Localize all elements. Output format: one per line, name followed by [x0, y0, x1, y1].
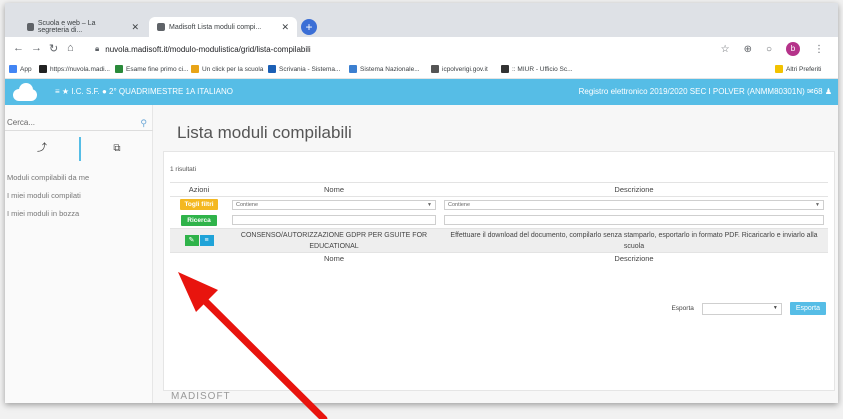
name-filter-input[interactable] [232, 215, 436, 226]
bookmark-item[interactable]: Esame fine primo ci... [115, 65, 189, 73]
export-bar: Esporta ▼ Esporta [671, 302, 826, 315]
bookmark-favicon-icon [39, 65, 47, 73]
search-input[interactable]: Cerca... ⚲ [5, 115, 153, 131]
list-icon[interactable]: ≡ [199, 235, 214, 246]
screenshot-frame: Scuola e web – La segreteria di... ✕ Mad… [0, 0, 843, 419]
column-header-azioni: Azioni [170, 182, 228, 197]
grid-panel: 1 risultati Azioni Nome Descrizione Togl… [163, 151, 835, 391]
breadcrumb[interactable]: ≡ ★ I.C. S.F. ● 2° QUADRIMESTRE 1A ITALI… [55, 87, 233, 96]
description-filter-operator[interactable]: Contiene ▼ [444, 199, 824, 210]
extension-icon-2[interactable]: ○ [766, 44, 772, 55]
url-text: nuvola.madisoft.it/modulo-modulistica/gr… [105, 44, 311, 54]
bookmark-favicon-icon [115, 65, 123, 73]
page-title: Lista moduli compilabili [177, 123, 352, 142]
chevron-down-icon: ▼ [815, 201, 820, 208]
bookmarks-bar: App https://nuvola.madi... Esame fine pr… [5, 61, 838, 79]
close-tab-icon[interactable]: ✕ [281, 22, 289, 33]
bookmark-item[interactable]: https://nuvola.madi... [39, 65, 110, 73]
new-tab-icon[interactable]: + [301, 19, 317, 35]
address-toolbar: ← → ↻ ⌂ 🔒︎ nuvola.madisoft.it/modulo-mod… [5, 37, 838, 61]
folder-icon [775, 65, 783, 73]
result-count: 1 risultati [170, 166, 197, 173]
lock-icon: 🔒︎ [95, 44, 100, 53]
bookmark-favicon-icon [501, 65, 509, 73]
edit-pencil-icon[interactable]: ✎ [184, 235, 199, 246]
search-icon[interactable]: ⚲ [140, 115, 147, 131]
sidebar-item-compilati[interactable]: I miei moduli compilati [7, 191, 81, 200]
export-button[interactable]: Esporta [789, 302, 826, 315]
tab-favicon-icon [27, 23, 34, 31]
profile-avatar[interactable]: b [786, 42, 800, 56]
toolbar-right: ☆ ⊕ ○ b ⋮ [721, 42, 824, 56]
home-icon[interactable]: ⌂ [67, 42, 74, 54]
name-filter-operator[interactable]: Contiene ▼ [232, 199, 436, 210]
column-footer-nome: Nome [228, 252, 440, 265]
bookmark-favicon-icon [268, 65, 276, 73]
row-name: CONSENSO/AUTORIZZAZIONE GDPR PER GSUITE … [228, 228, 440, 253]
madisoft-logo: MADISOFT [171, 391, 231, 402]
bookmark-item[interactable]: icpolverigi.gov.it [431, 65, 488, 73]
tab-favicon-icon [157, 23, 165, 31]
browser-tab-1[interactable]: Scuola e web – La segreteria di... ✕ [19, 17, 147, 37]
reload-icon[interactable]: ↻ [49, 42, 58, 55]
bookmark-item[interactable]: Un click per la scuola [191, 65, 263, 73]
sidebar-item-bozza[interactable]: I miei moduli in bozza [7, 209, 79, 218]
bookmark-favicon-icon [431, 65, 439, 73]
url-bar[interactable]: 🔒︎ nuvola.madisoft.it/modulo-modulistica… [95, 41, 735, 57]
row-actions: ✎ ≡ [184, 235, 214, 246]
column-footer-descrizione: Descrizione [440, 252, 828, 265]
row-description: Effettuare il download del documento, co… [440, 228, 828, 253]
bookmark-favicon-icon [191, 65, 199, 73]
chevron-down-icon: ▼ [772, 304, 778, 311]
close-tab-icon[interactable]: ✕ [131, 22, 139, 33]
bookmark-other[interactable]: Altri Preferiti [775, 65, 821, 73]
sidebar-tabs: ⤴ ⧉ [5, 137, 153, 161]
tab-label: Madisoft Lista moduli compi... [169, 23, 262, 31]
app-header: ≡ ★ I.C. S.F. ● 2° QUADRIMESTRE 1A ITALI… [5, 79, 838, 105]
column-header-descrizione[interactable]: Descrizione [440, 182, 828, 197]
description-filter-input[interactable] [444, 215, 824, 226]
chevron-down-icon: ▼ [427, 201, 432, 208]
header-user-info[interactable]: Registro elettronico 2019/2020 SEC I POL… [579, 87, 832, 96]
forward-icon[interactable]: → [31, 42, 42, 54]
cloud-logo-icon[interactable] [13, 83, 39, 101]
modules-table: Azioni Nome Descrizione Togli filtri Con… [170, 182, 828, 265]
bookmark-item[interactable]: Sistema Nazionale... [349, 65, 420, 73]
browser-window: Scuola e web – La segreteria di... ✕ Mad… [5, 3, 838, 403]
bookmark-item[interactable]: Scrivania - Sistema... [268, 65, 340, 73]
sidebar-item-compilabili[interactable]: Moduli compilabili da me [7, 173, 89, 182]
table-row[interactable]: ✎ ≡ CONSENSO/AUTORIZZAZIONE GDPR PER GSU… [170, 228, 828, 253]
tab-label: Scuola e web – La segreteria di... [37, 20, 96, 34]
bookmark-favicon-icon [349, 65, 357, 73]
star-icon[interactable]: ☆ [721, 44, 730, 55]
back-icon[interactable]: ← [13, 42, 24, 54]
clear-filters-button[interactable]: Togli filtri [180, 199, 218, 211]
browser-tab-2[interactable]: Madisoft Lista moduli compi... ✕ [149, 17, 297, 37]
menu-icon[interactable]: ⋮ [814, 44, 824, 55]
column-footer-azioni [170, 252, 228, 265]
tab-copy-icon[interactable]: ⧉ [79, 137, 153, 161]
bookmark-apps[interactable]: App [9, 65, 32, 73]
apps-grid-icon [9, 65, 17, 73]
sidebar: Cerca... ⚲ ⤴ ⧉ Moduli compilabili da me … [5, 105, 153, 403]
search-button[interactable]: Ricerca [181, 214, 217, 226]
main-content: Lista moduli compilabili 1 risultati Azi… [153, 105, 838, 403]
export-format-select[interactable]: ▼ [701, 302, 782, 315]
tab-share-icon[interactable]: ⤴ [5, 137, 79, 161]
tab-strip: Scuola e web – La segreteria di... ✕ Mad… [5, 3, 838, 37]
extension-icon[interactable]: ⊕ [744, 44, 752, 55]
column-header-nome[interactable]: Nome [228, 182, 440, 197]
export-label: Esporta [671, 305, 694, 312]
bookmark-item[interactable]: :: MIUR - Ufficio Sc... [501, 65, 573, 73]
